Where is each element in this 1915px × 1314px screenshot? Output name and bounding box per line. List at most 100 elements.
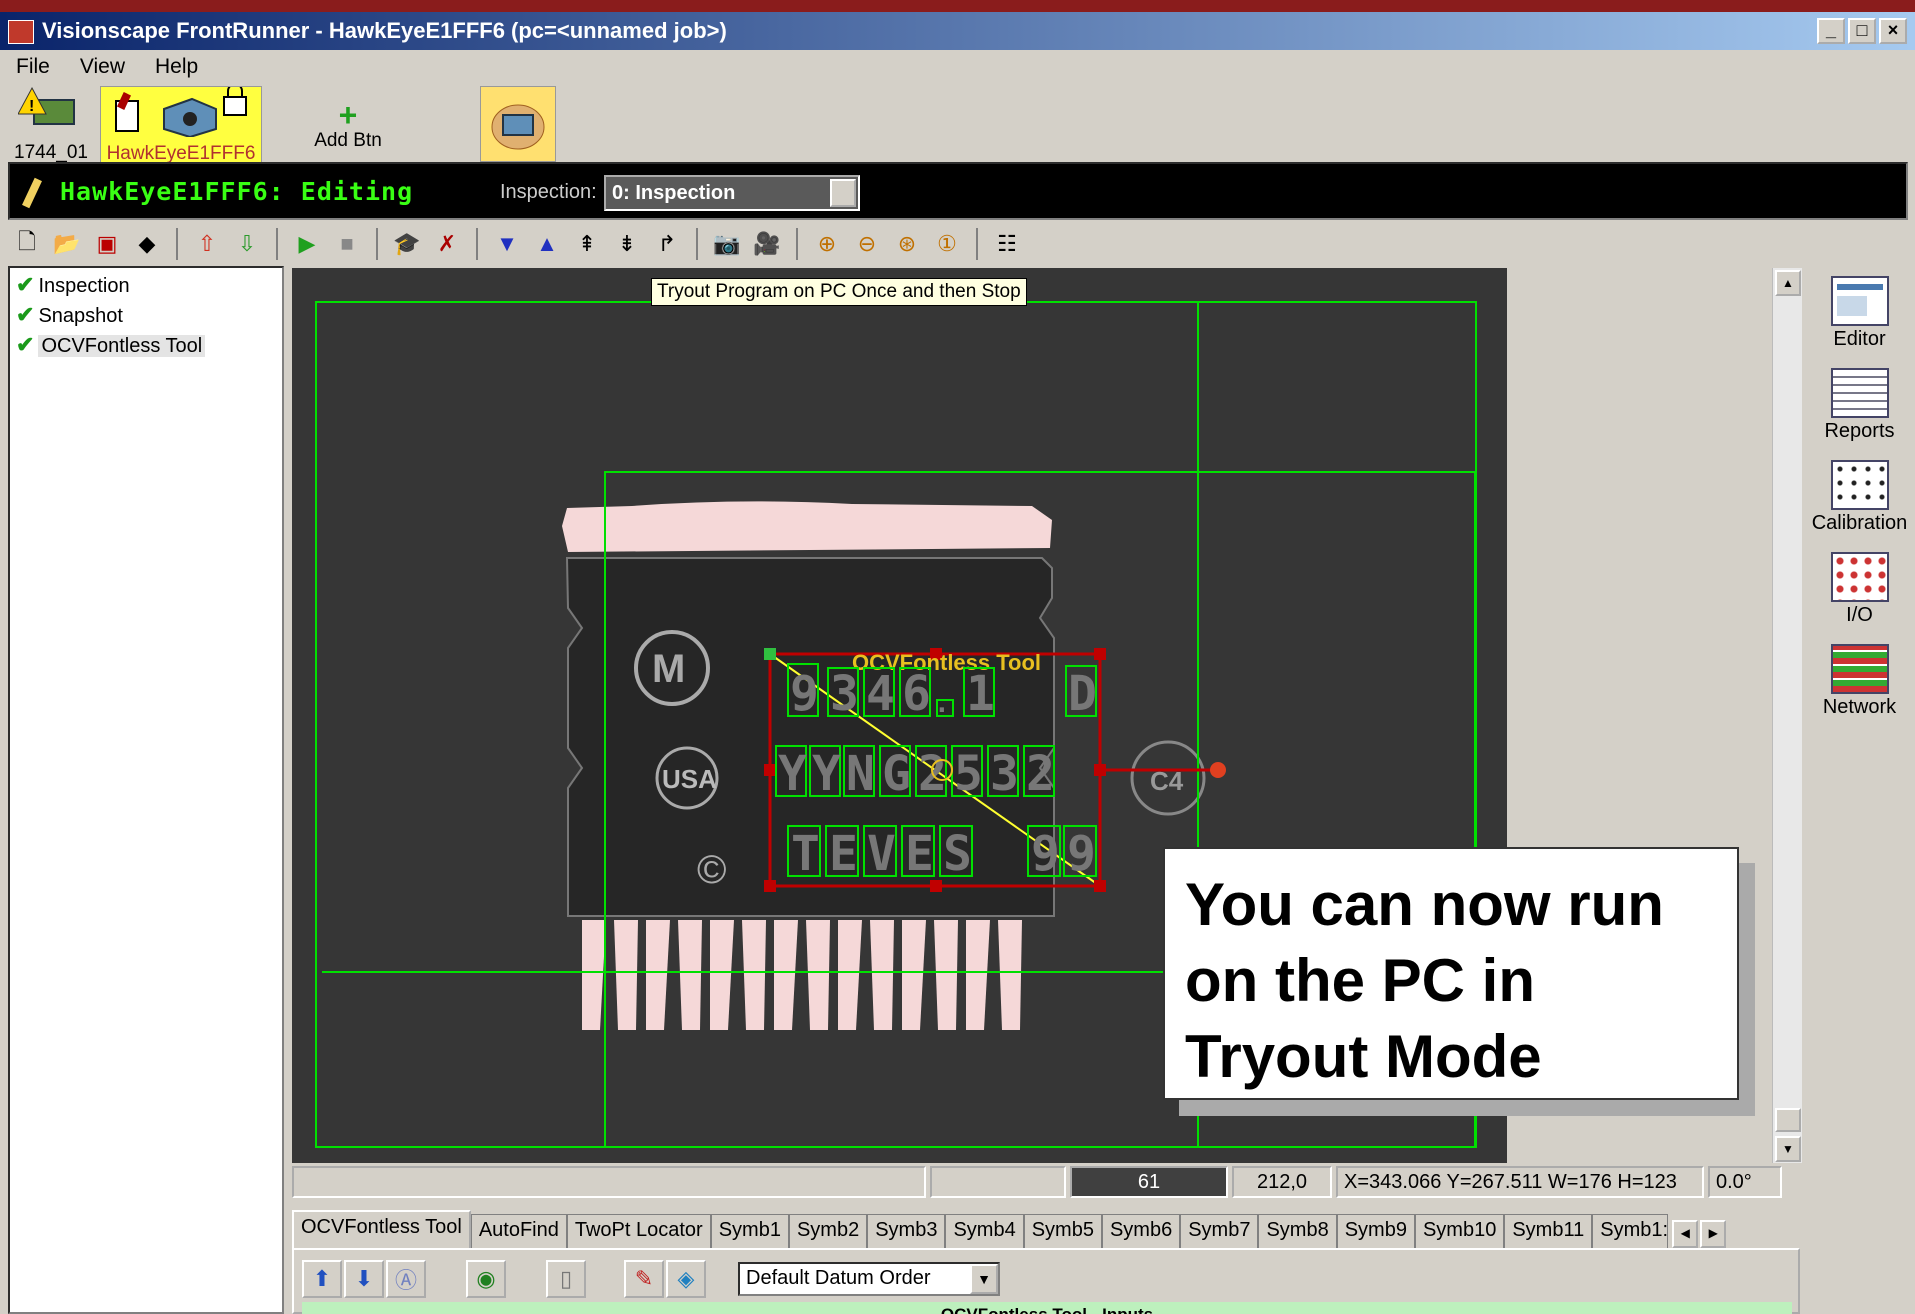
tab-symb7[interactable]: Symb7 — [1180, 1214, 1259, 1248]
network-button[interactable]: Network — [1804, 644, 1915, 719]
snapshot-camera-icon[interactable]: 📷 — [710, 227, 744, 261]
tab-symb3[interactable]: Symb3 — [867, 1214, 946, 1248]
properties-icon[interactable]: ☷ — [990, 227, 1024, 261]
toolbar-divider — [796, 228, 798, 260]
io-button[interactable]: I/O — [1804, 552, 1915, 627]
close-button[interactable]: × — [1879, 18, 1907, 44]
open-folder-icon[interactable]: 📂 — [50, 227, 84, 261]
scroll-down-icon[interactable]: ▼ — [1775, 1136, 1801, 1162]
menu-view[interactable]: View — [80, 55, 125, 79]
move-up-icon[interactable]: ⬆ — [302, 1260, 342, 1298]
tab-symb1[interactable]: Symb1 — [710, 1214, 789, 1248]
datum-order-select[interactable]: Default Datum Order ▼ — [738, 1262, 1000, 1296]
tab-twopt-locator[interactable]: TwoPt Locator — [566, 1214, 711, 1248]
rotate-handle[interactable] — [1210, 762, 1226, 778]
stop-icon[interactable]: ■ — [330, 227, 364, 261]
add-btn-button[interactable]: + Add Btn — [300, 99, 396, 152]
zoom-1-icon[interactable]: ① — [930, 227, 964, 261]
datum-order-value: Default Datum Order — [746, 1267, 931, 1289]
step-down-icon[interactable]: ▼ — [490, 227, 524, 261]
new-file-icon[interactable]: 🗋 — [10, 227, 44, 261]
minimize-button[interactable]: _ — [1817, 18, 1845, 44]
inspection-label: Inspection: — [500, 181, 597, 203]
tooltip: Tryout Program on PC Once and then Stop — [651, 278, 1027, 306]
toolbar-divider — [696, 228, 698, 260]
tab-symb8[interactable]: Symb8 — [1258, 1214, 1337, 1248]
untrain-icon[interactable]: ✗ — [430, 227, 464, 261]
chevron-down-icon[interactable]: ▼ — [970, 1264, 998, 1294]
menu-bar: File View Help — [0, 52, 1915, 82]
char: T — [791, 826, 820, 882]
editor-icon — [1830, 276, 1889, 326]
menu-help[interactable]: Help — [155, 55, 198, 79]
chevron-down-icon[interactable] — [830, 179, 856, 207]
tree-item-label: OCVFontless Tool — [38, 335, 206, 357]
roi-origin-handle[interactable] — [764, 648, 776, 660]
maximize-button[interactable]: □ — [1848, 18, 1876, 44]
tab-autofind[interactable]: AutoFind — [470, 1214, 567, 1248]
tab-ocvfontless[interactable]: OCVFontless Tool — [292, 1210, 471, 1248]
editor-button[interactable]: Editor — [1804, 276, 1915, 351]
live-camera-icon[interactable]: 🎥 — [750, 227, 784, 261]
tab-symb9[interactable]: Symb9 — [1336, 1214, 1415, 1248]
title-bar: Visionscape FrontRunner - HawkEyeE1FFF6 … — [0, 12, 1915, 50]
inspection-select[interactable]: 0: Inspection — [604, 175, 860, 211]
tab-scroll-left-icon[interactable]: ◀ — [1672, 1220, 1699, 1248]
image-vertical-scrollbar[interactable]: ▲ ▼ — [1772, 268, 1802, 1163]
network-icon — [1830, 644, 1889, 694]
train-icon[interactable]: 🎓 — [390, 227, 424, 261]
reports-icon — [1830, 368, 1889, 418]
zoom-fit-icon[interactable]: ⊛ — [890, 227, 924, 261]
window-title: Visionscape FrontRunner - HawkEyeE1FFF6 … — [42, 18, 727, 43]
reports-label: Reports — [1824, 420, 1895, 442]
calibration-label: Calibration — [1811, 512, 1908, 534]
char: G — [882, 746, 911, 802]
status-region: X=343.066 Y=267.511 W=176 H=123 — [1336, 1166, 1704, 1198]
tab-symb12[interactable]: Symb1: — [1592, 1214, 1669, 1248]
save-icon[interactable]: ▣ — [90, 227, 124, 261]
hand-camera-button[interactable] — [480, 86, 556, 162]
tab-symb5[interactable]: Symb5 — [1023, 1214, 1102, 1248]
network-label: Network — [1822, 696, 1897, 718]
status-value: 61 — [1070, 1166, 1228, 1198]
tree-item-snapshot[interactable]: ✔ Snapshot — [16, 302, 123, 328]
tab-symb4[interactable]: Symb4 — [945, 1214, 1024, 1248]
zoom-out-icon[interactable]: ⊖ — [850, 227, 884, 261]
insert-after-icon[interactable]: ⇟ — [610, 227, 644, 261]
tab-symb11[interactable]: Symb11 — [1504, 1214, 1593, 1248]
save-all-icon[interactable]: ◆ — [130, 227, 164, 261]
tab-symb10[interactable]: Symb10 — [1414, 1214, 1505, 1248]
zoom-in-icon[interactable]: ⊕ — [810, 227, 844, 261]
move-down-icon[interactable]: ⬇ — [344, 1260, 384, 1298]
char: 3 — [830, 666, 859, 722]
toolbar-divider — [176, 228, 178, 260]
tab-symb2[interactable]: Symb2 — [788, 1214, 868, 1248]
top-strip — [0, 0, 1915, 12]
step-up-icon[interactable]: ▲ — [530, 227, 564, 261]
upload-icon[interactable]: ⇧ — [190, 227, 224, 261]
menu-file[interactable]: File — [16, 55, 50, 79]
tree-item-ocvfontless[interactable]: ✔ OCVFontless Tool — [16, 332, 206, 358]
train-ocv-icon[interactable]: ◈ — [666, 1260, 706, 1298]
play-icon[interactable]: ▶ — [290, 227, 324, 261]
device-1744-button[interactable]: ! 1744_01 — [8, 86, 94, 164]
tab-symb6[interactable]: Symb6 — [1101, 1214, 1181, 1248]
download-icon[interactable]: ⇩ — [230, 227, 264, 261]
scroll-up-icon[interactable]: ▲ — [1775, 270, 1801, 296]
rename-icon[interactable]: Ⓐ — [386, 1260, 426, 1298]
edit-pen-icon[interactable]: ✎ — [624, 1260, 664, 1298]
tree-item-inspection[interactable]: ✔ Inspection — [16, 272, 130, 298]
calibration-button[interactable]: Calibration — [1804, 460, 1915, 535]
blank-doc-icon[interactable]: ▯ — [546, 1260, 586, 1298]
device-hawkeye-button[interactable]: HawkEyeE1FFF6 — [100, 83, 262, 164]
scroll-thumb[interactable] — [1775, 1108, 1801, 1132]
reports-button[interactable]: Reports — [1804, 368, 1915, 443]
globe-icon[interactable]: ◉ — [466, 1260, 506, 1298]
side-panel: Editor Reports Calibration I/O Network — [1804, 268, 1915, 968]
insert-child-icon[interactable]: ↱ — [650, 227, 684, 261]
editing-bar: HawkEyeE1FFF6: Editing Inspection: 0: In… — [8, 162, 1908, 220]
insert-before-icon[interactable]: ⇞ — [570, 227, 604, 261]
tab-scroll-right-icon[interactable]: ▶ — [1700, 1220, 1727, 1248]
char: 9 — [1031, 826, 1060, 882]
char: Y — [812, 746, 841, 802]
